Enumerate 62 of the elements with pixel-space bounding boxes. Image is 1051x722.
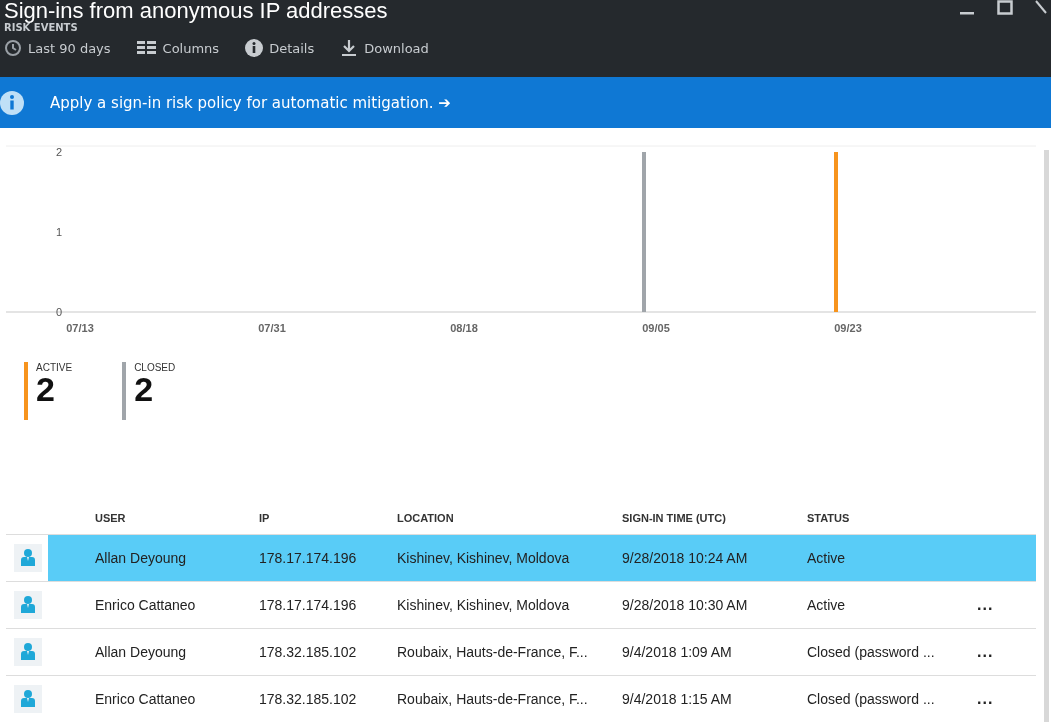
legend-label: ACTIVE [36, 362, 73, 373]
column-header[interactable]: STATUS [807, 502, 977, 535]
user-icon [14, 591, 42, 619]
x-tick-label: 08/18 [450, 322, 478, 334]
table-cell: Active [807, 597, 846, 613]
user-icon [14, 544, 42, 572]
more-button[interactable]: ... [977, 690, 994, 707]
toolbar-button[interactable]: Columns [136, 40, 220, 56]
table-cell: Allan Deyoung [95, 644, 187, 660]
table-cell: 9/28/2018 10:24 AM [622, 550, 748, 566]
table-cell: Roubaix, Hauts-de-France, F... [397, 644, 588, 660]
table-cell: Enrico Cattaneo [95, 597, 196, 613]
column-header[interactable]: SIGN-IN TIME (UTC) [622, 502, 807, 535]
table-row[interactable]: Allan Deyoung 178.17.174.196 Kishinev, Kishinev, Moldova 9/28/2018 10:24 AM Active [6, 534, 1036, 582]
table-cell: Enrico Cattaneo [95, 691, 196, 707]
column-header[interactable]: USER [48, 502, 259, 535]
table-cell: Roubaix, Hauts-de-France, F... [397, 691, 588, 707]
window-title: Sign-ins from anonymous IP addresses [4, 0, 388, 22]
table-row[interactable]: Allan Deyoung 178.32.185.102 Roubaix, Hauts-de-France, F... 9/4/2018 1:09 AM Closed (password ... ... [6, 628, 1036, 676]
more-button[interactable]: ... [977, 596, 994, 613]
clock-icon [4, 39, 22, 57]
column-header[interactable]: IP [259, 502, 397, 535]
table-cell: 178.32.185.102 [259, 644, 357, 660]
y-tick-label: 2 [55, 146, 62, 158]
table-cell: 178.17.174.196 [259, 597, 357, 613]
columns-icon [136, 40, 157, 56]
table-cell: Allan Deyoung [95, 550, 187, 566]
x-tick-label: 09/23 [834, 322, 862, 334]
table-cell: Kishinev, Kishinev, Moldova [397, 597, 570, 613]
toolbar-button[interactable]: Download [340, 39, 429, 57]
y-tick-label: 1 [55, 226, 62, 238]
maximize-icon[interactable] [997, 0, 1013, 16]
column-header[interactable]: LOCATION [397, 502, 622, 535]
table-cell: Closed (password ... [807, 691, 935, 707]
download-icon [340, 39, 359, 57]
table-cell: 9/4/2018 1:09 AM [622, 644, 732, 660]
banner-link[interactable]: Apply a sign-in risk policy for automatic mitigation. ➔ [50, 93, 451, 112]
legend-count: 2 [134, 373, 154, 405]
legend-count: 2 [36, 373, 55, 405]
table-row[interactable]: Enrico Cattaneo 178.32.185.102 Roubaix, Hauts-de-France, F... 9/4/2018 1:15 AM Closed (password ... ... [6, 675, 1036, 722]
table-row[interactable]: Enrico Cattaneo 178.17.174.196 Kishinev, Kishinev, Moldova 9/28/2018 10:30 AM Active ... [6, 581, 1036, 629]
legend-label: CLOSED [134, 362, 176, 373]
x-tick-label: 07/13 [66, 322, 94, 334]
x-tick-label: 07/31 [258, 322, 286, 334]
toolbar-button[interactable]: Details [245, 39, 315, 57]
toolbar-button[interactable]: Last 90 days [4, 39, 111, 57]
table-cell: 9/28/2018 10:30 AM [622, 597, 748, 613]
scrollbar[interactable] [1044, 150, 1049, 722]
close-icon[interactable] [1035, 0, 1047, 14]
user-icon [14, 638, 42, 666]
table-cell: Active [807, 550, 846, 566]
x-tick-label: 09/05 [642, 322, 670, 334]
table-cell: 178.17.174.196 [259, 550, 357, 566]
more-button[interactable]: ... [977, 643, 994, 660]
table-cell: Kishinev, Kishinev, Moldova [397, 550, 570, 566]
table-cell: Closed (password ... [807, 644, 935, 660]
window-subtitle: RISK EVENTS [4, 22, 78, 33]
y-tick-label: 0 [55, 306, 62, 318]
table-cell: 9/4/2018 1:15 AM [622, 691, 732, 707]
info-icon [245, 39, 264, 57]
table-cell: 178.32.185.102 [259, 691, 357, 707]
user-icon [14, 685, 42, 713]
